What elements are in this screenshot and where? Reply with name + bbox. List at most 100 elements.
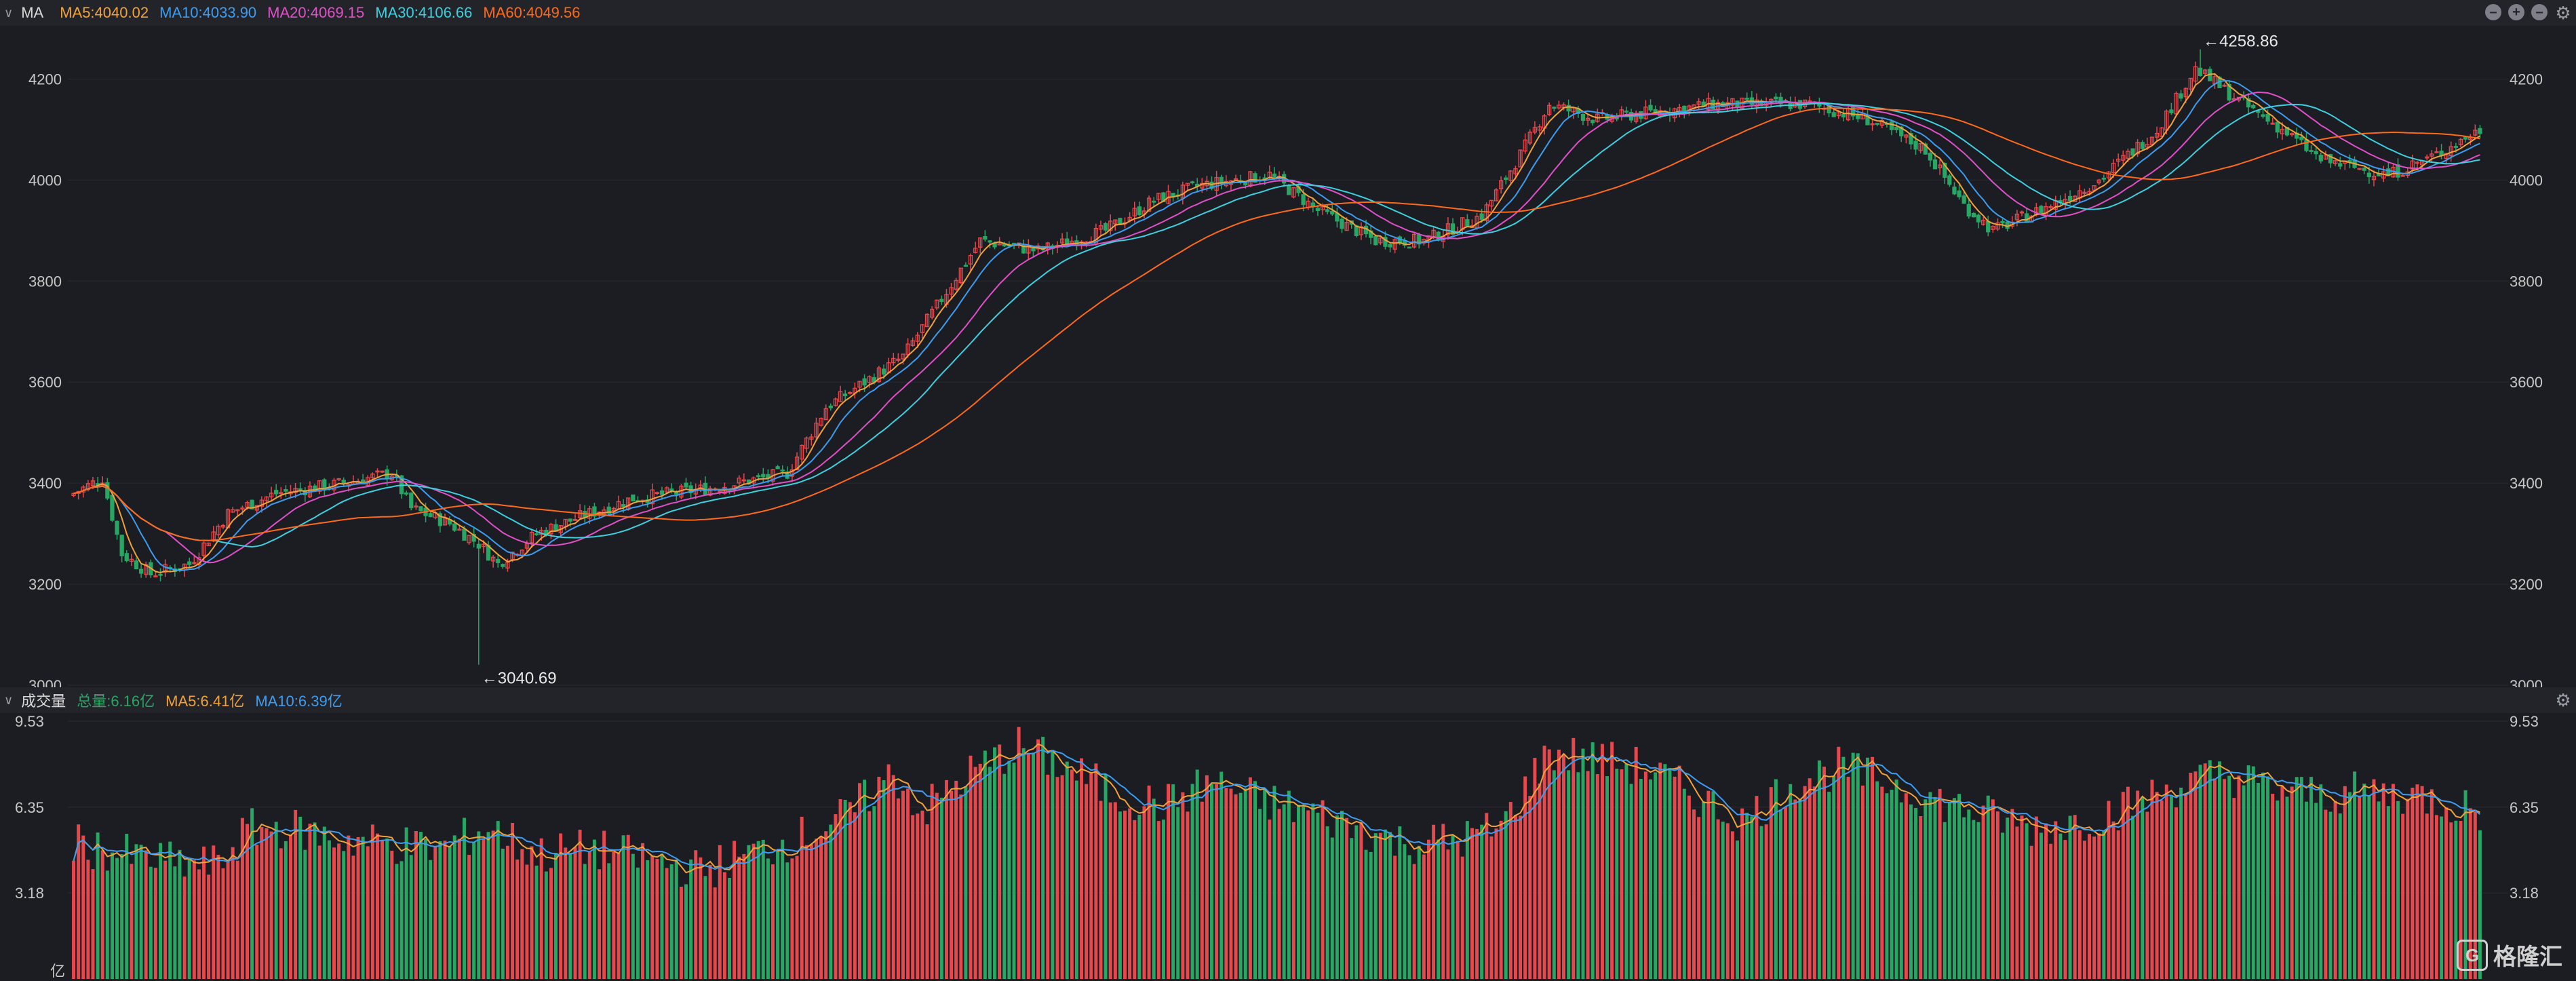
candlestick-chart[interactable]: 3000 3000 3200 3200 3400 3400 3600 3600 3800 3800… <box>0 0 2576 687</box>
volume-bar <box>1750 816 1754 979</box>
volume-bar <box>337 843 341 979</box>
volume-bar <box>467 855 471 979</box>
candle-body <box>2309 150 2314 152</box>
volume-bar <box>1325 826 1329 979</box>
volume-bar <box>2073 815 2077 979</box>
volume-bar <box>370 824 374 979</box>
volume-bar <box>1398 826 1402 979</box>
volume-bar <box>2401 813 2405 979</box>
volume-bar <box>906 788 910 979</box>
candle-body <box>1774 96 1778 100</box>
volume-bar <box>1480 824 1484 979</box>
volume-bar <box>1851 752 1855 979</box>
volume-bar <box>1928 792 1932 979</box>
volume-bar <box>1282 804 1286 979</box>
volume-bar <box>564 847 568 979</box>
volume-bar <box>1291 822 1295 979</box>
volume-bar <box>361 836 365 979</box>
volume-bar <box>1557 749 1561 979</box>
volume-bar <box>1894 780 1898 979</box>
volume-bar <box>72 860 76 979</box>
volume-bar <box>1287 790 1291 979</box>
volume-bar <box>1383 829 1387 979</box>
candle-body <box>2299 136 2304 140</box>
volume-bar <box>891 775 895 979</box>
volume-bar <box>197 869 201 979</box>
volume-chart[interactable]: 3.18 3.18 6.35 6.35 9.53 9.53 亿 <box>0 713 2576 981</box>
volume-bar <box>2261 772 2265 979</box>
volume-bar <box>1219 771 1224 979</box>
volume-bar <box>173 866 177 979</box>
candle-body <box>462 528 467 541</box>
volume-bar <box>2184 793 2188 979</box>
volume-bar <box>2411 788 2415 979</box>
candle-body <box>2169 109 2174 113</box>
volume-bar <box>1113 802 1117 979</box>
volume-bar <box>159 843 163 979</box>
volume-bar <box>1508 802 1513 979</box>
volume-bar <box>1865 757 1869 979</box>
volume-bar <box>1253 781 1257 979</box>
volume-bar <box>2223 779 2227 979</box>
volume-bar <box>766 858 770 979</box>
volume-bar <box>2054 821 2058 979</box>
volume-bar <box>886 764 891 979</box>
volume-bar <box>1133 820 1137 979</box>
volume-bar <box>848 802 852 979</box>
volume-bar <box>530 846 534 979</box>
volume-bar <box>1793 799 1797 979</box>
volume-bar <box>486 832 490 979</box>
volume-bar <box>1764 824 1768 979</box>
volume-bar <box>1161 820 1165 979</box>
y-tick-label-left: 3000 <box>28 677 62 687</box>
volume-bar <box>1591 742 1595 979</box>
volume-bar <box>1586 771 1590 979</box>
volume-bar <box>944 780 948 979</box>
volume-bar <box>1190 784 1194 979</box>
candle-body <box>1957 190 1962 197</box>
volume-bar <box>226 861 230 979</box>
candle-body <box>2039 206 2044 214</box>
volume-bar <box>1080 758 1084 979</box>
volume-bar <box>1195 769 1199 979</box>
volume-bar <box>752 843 756 979</box>
volume-bar <box>298 816 303 979</box>
volume-title[interactable]: 成交量 <box>21 689 66 711</box>
candle-body <box>1894 127 1899 130</box>
volume-bar <box>163 860 168 979</box>
volume-bar <box>1335 815 1339 979</box>
volume-bar <box>1798 799 1802 979</box>
volume-bar <box>539 838 543 979</box>
volume-bar <box>1552 770 1556 979</box>
volume-bar <box>1181 792 1185 979</box>
volume-bar <box>1730 831 1734 979</box>
volume-bar <box>255 845 259 979</box>
volume-bar <box>2309 777 2314 979</box>
volume-bar <box>424 839 428 979</box>
volume-bar <box>549 868 553 979</box>
volume-bar <box>2449 822 2453 979</box>
volume-bar <box>2285 796 2289 979</box>
volume-bar <box>207 874 211 979</box>
candle-body <box>2338 163 2343 167</box>
volume-bar <box>1036 739 1040 979</box>
volume-bar <box>1417 845 1421 979</box>
volume-bar <box>583 864 587 979</box>
volume-bar <box>1649 779 1653 979</box>
candle-body <box>1388 244 1392 248</box>
volume-bar <box>429 860 433 979</box>
volume-bar <box>2189 773 2193 979</box>
volume-bar <box>375 833 379 979</box>
volume-bar <box>916 813 920 979</box>
collapse-caret-icon[interactable]: ∨ <box>4 693 13 708</box>
volume-bar <box>390 850 394 979</box>
volume-bar <box>703 876 707 979</box>
volume-bar <box>1981 805 1985 979</box>
candle-body <box>2140 142 2145 149</box>
volume-bar <box>2295 777 2299 979</box>
volume-bar <box>674 859 678 979</box>
volume-bar <box>534 865 539 979</box>
gear-icon[interactable]: ⚙ <box>2554 691 2572 709</box>
volume-bar <box>665 868 669 979</box>
volume-bar <box>409 855 413 979</box>
